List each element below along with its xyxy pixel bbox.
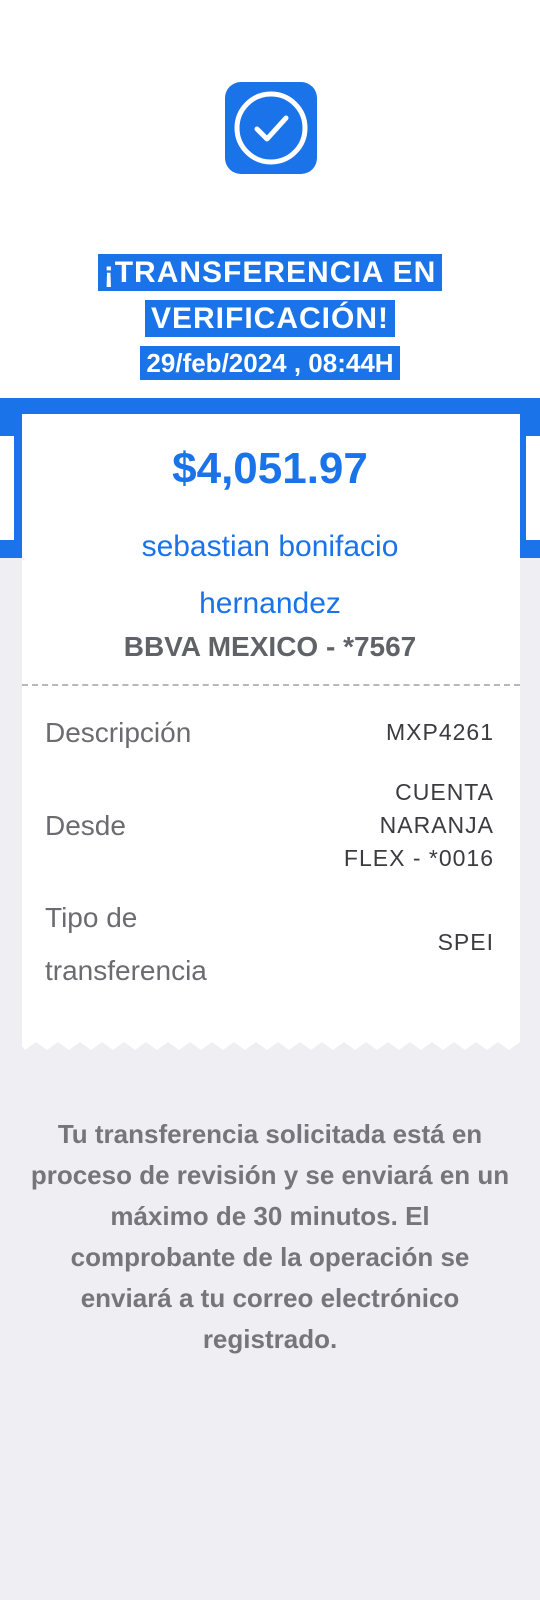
receipt-torn-edge bbox=[22, 1036, 520, 1050]
transfer-type-label-line1: Tipo de bbox=[45, 902, 138, 933]
transfer-type-label-line2: transferencia bbox=[45, 955, 207, 986]
from-value-line2: NARANJA bbox=[379, 812, 494, 838]
review-notice: Tu transferencia solicitada está en proc… bbox=[30, 1119, 510, 1354]
from-label: Desde bbox=[45, 810, 126, 841]
transfer-amount: $4,051.97 bbox=[172, 444, 368, 493]
description-label: Descripción bbox=[45, 717, 192, 748]
description-value: MXP4261 bbox=[385, 719, 494, 745]
from-value-line3: FLEX - *0016 bbox=[343, 845, 494, 871]
status-title-line1: ¡TRANSFERENCIA EN bbox=[0, 254, 540, 291]
check-circle-icon bbox=[225, 82, 317, 174]
transfer-type-value: SPEI bbox=[437, 929, 494, 955]
divider bbox=[22, 684, 520, 686]
status-datetime: 29/feb/2024 , 08:44H bbox=[0, 346, 540, 380]
from-value-line1: CUENTA bbox=[395, 779, 494, 805]
status-title-line2: VERIFICACIÓN! bbox=[0, 300, 540, 337]
beneficiary-name-line2: hernandez bbox=[199, 587, 341, 620]
beneficiary-bank: BBVA MEXICO - *7567 bbox=[123, 631, 417, 662]
beneficiary-name-line1: sebastian bonifacio bbox=[141, 530, 399, 563]
